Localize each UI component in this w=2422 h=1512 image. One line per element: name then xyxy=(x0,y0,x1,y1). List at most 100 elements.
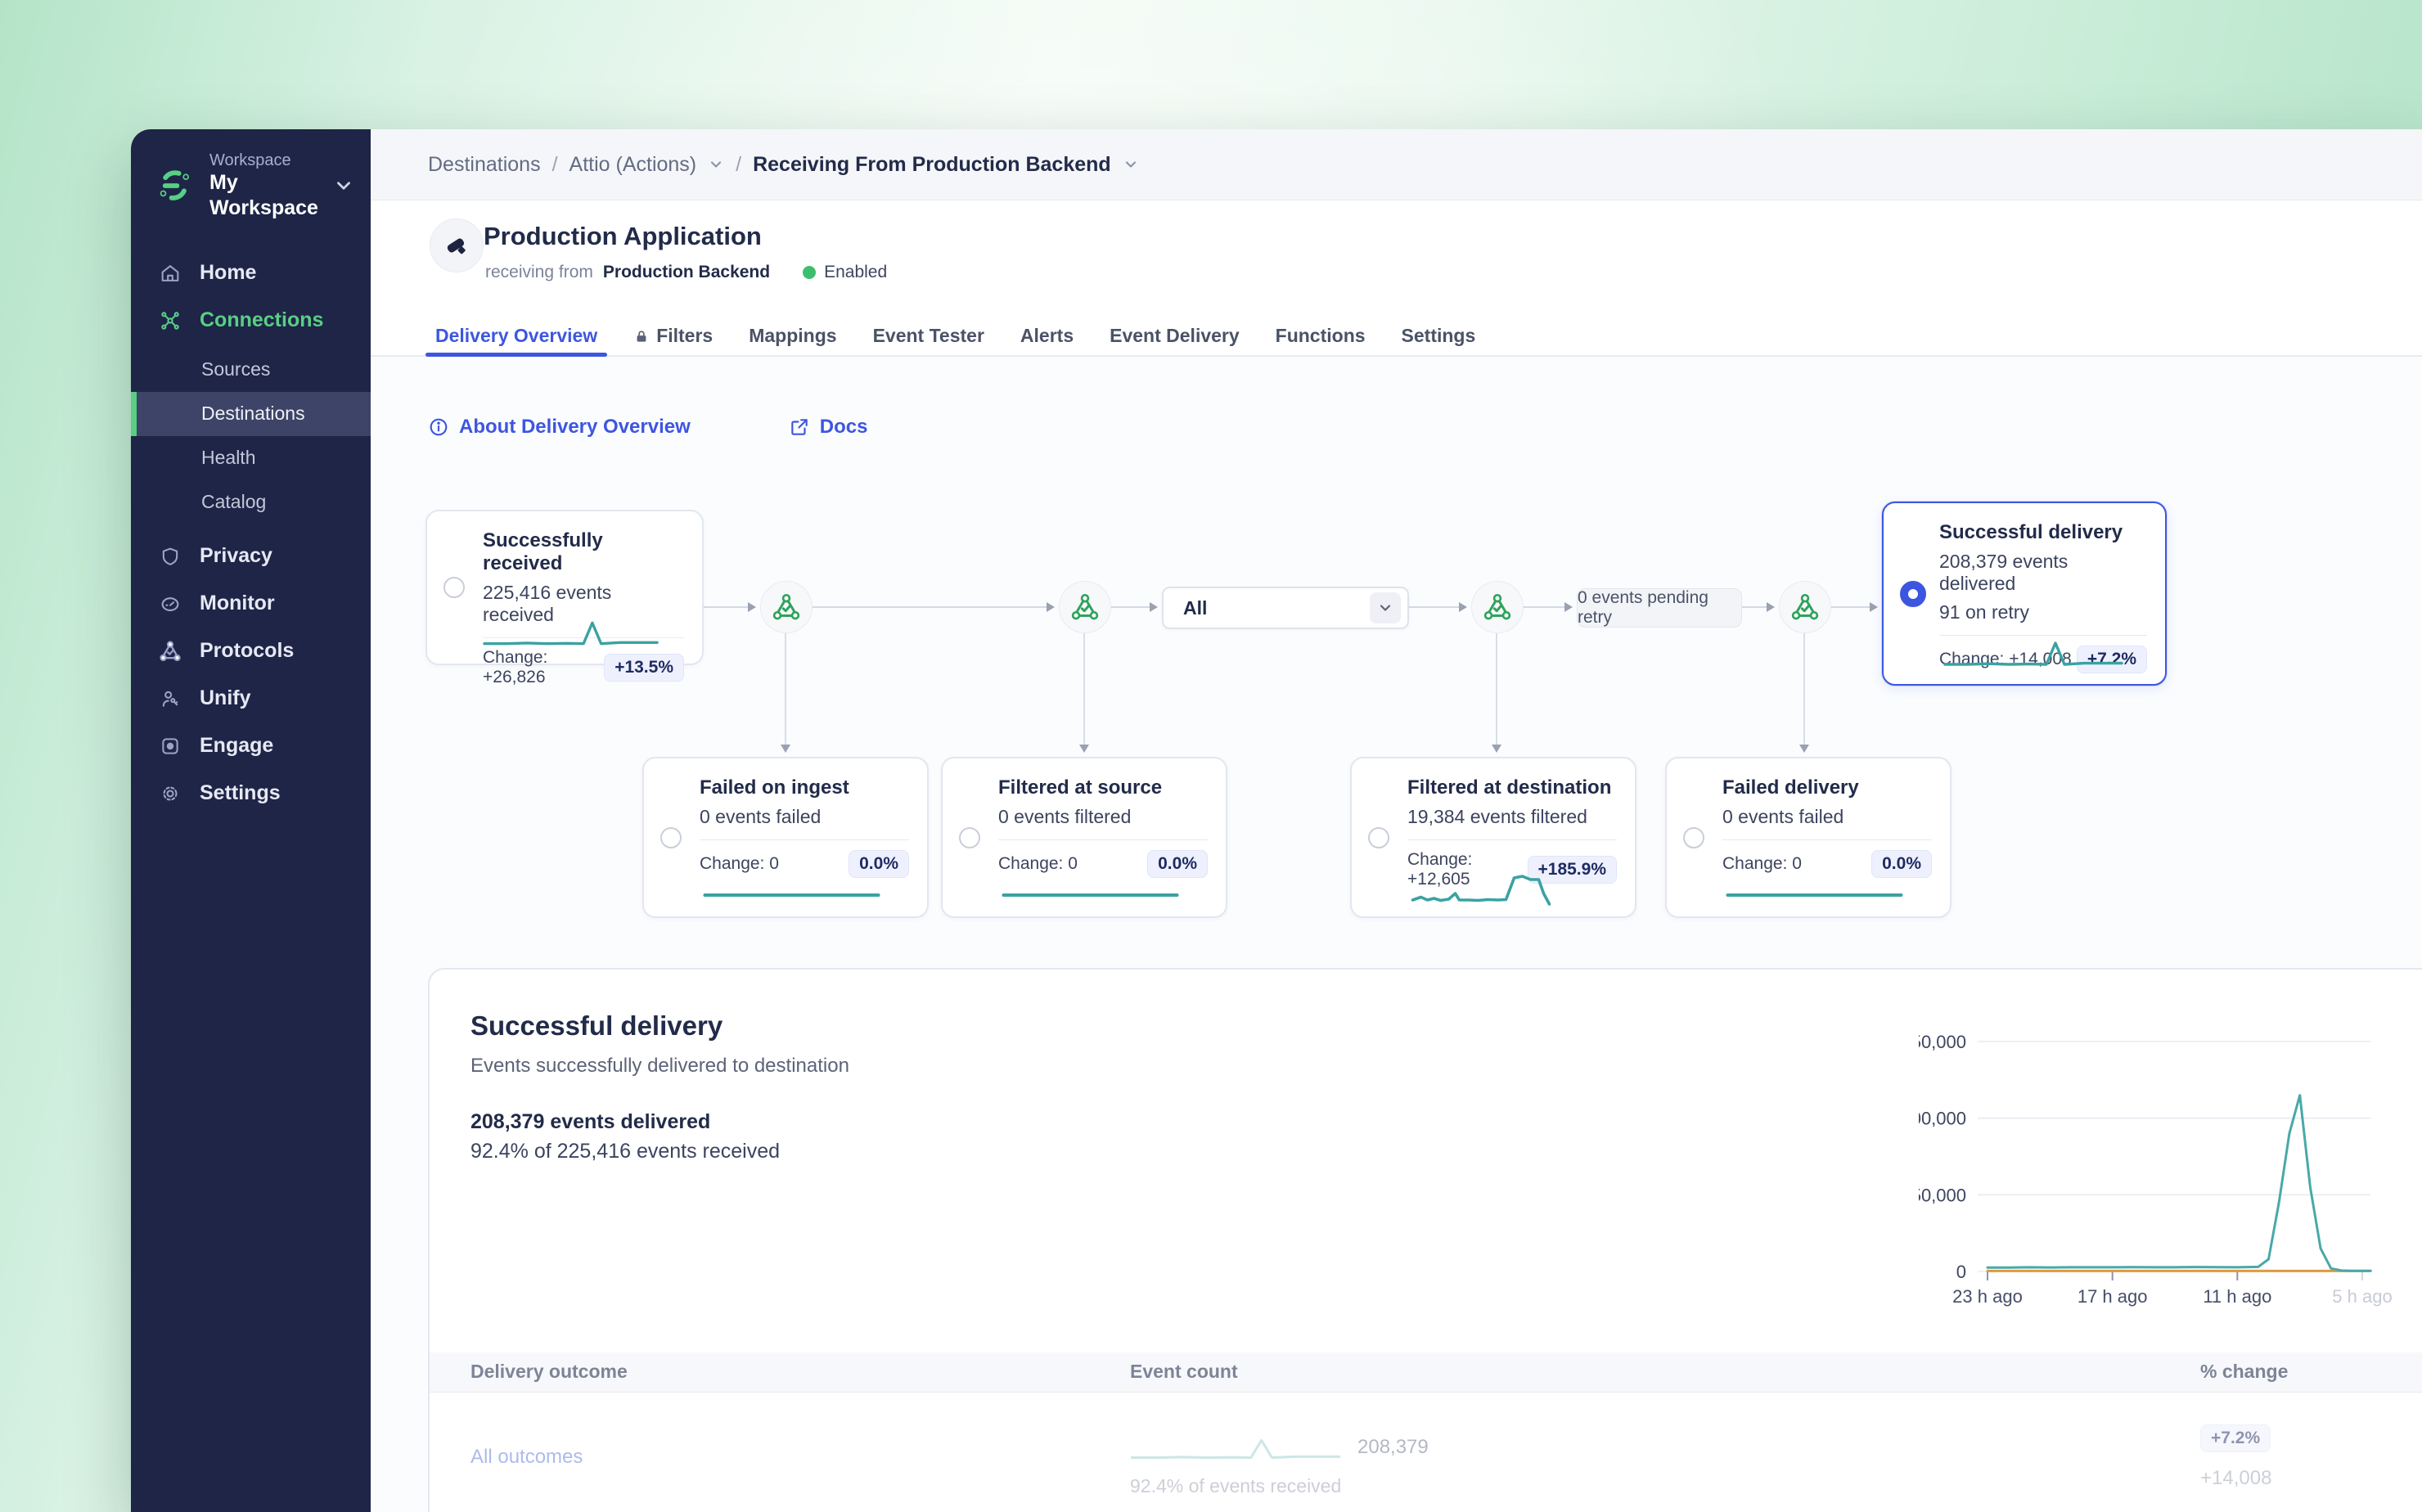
chevron-down-icon[interactable] xyxy=(1123,156,1139,173)
all-outcomes-link[interactable]: All outcomes xyxy=(470,1446,583,1469)
radio-filtered-at-destination[interactable] xyxy=(1368,826,1389,848)
tab-filters[interactable]: Filters xyxy=(615,317,731,355)
radio-failed-on-ingest[interactable] xyxy=(660,826,682,848)
breadcrumb-destinations[interactable]: Destinations xyxy=(428,153,541,177)
radio-successfully-received[interactable] xyxy=(443,577,465,598)
external-link-icon xyxy=(791,419,808,435)
sidebar-item-protocols[interactable]: Protocols xyxy=(131,628,371,675)
sparkline xyxy=(1002,893,1179,897)
workspace-logo-icon xyxy=(160,170,189,201)
tab-event-delivery[interactable]: Event Delivery xyxy=(1092,317,1258,355)
radio-filtered-at-source[interactable] xyxy=(959,826,980,848)
event-count-sub: 92.4% of events received xyxy=(1130,1475,1342,1496)
info-icon xyxy=(430,418,448,436)
connector xyxy=(813,606,1053,608)
sidebar-item-label: Connections xyxy=(200,308,324,331)
main-area: Destinations / Attio (Actions) / Receivi… xyxy=(371,129,2422,1512)
sparkline xyxy=(483,621,659,646)
docs-link[interactable]: Docs xyxy=(789,416,867,439)
breadcrumb-bar: Destinations / Attio (Actions) / Receivi… xyxy=(371,129,2422,200)
protocol-icon xyxy=(160,640,181,661)
svg-text:5 h ago: 5 h ago xyxy=(2332,1286,2392,1307)
radio-failed-delivery[interactable] xyxy=(1683,826,1704,848)
sidebar-item-monitor[interactable]: Monitor xyxy=(131,580,371,628)
sidebar-item-home[interactable]: Home xyxy=(131,250,371,297)
breadcrumb: Destinations / Attio (Actions) / Receivi… xyxy=(428,153,1139,177)
tab-alerts[interactable]: Alerts xyxy=(1002,317,1092,355)
change-badge: +13.5% xyxy=(604,654,684,682)
page-header: Production Application receiving from Pr… xyxy=(371,200,2422,357)
tab-event-tester[interactable]: Event Tester xyxy=(855,317,1002,355)
chevron-down-icon[interactable] xyxy=(1370,592,1401,623)
sidebar: Workspace My Workspace Home Connections … xyxy=(131,129,371,1512)
card-filtered-at-source[interactable]: Filtered at source 0 events filtered Cha… xyxy=(941,757,1227,918)
svg-text:0: 0 xyxy=(1956,1262,1966,1282)
workspace-name: My Workspace xyxy=(209,171,318,220)
svg-text:23 h ago: 23 h ago xyxy=(1952,1286,2023,1307)
workspace-label: Workspace xyxy=(209,151,291,169)
card-successful-delivery[interactable]: Successful delivery 208,379 events deliv… xyxy=(1882,502,2167,686)
sidebar-item-destinations[interactable]: Destinations xyxy=(131,391,371,436)
connector xyxy=(1409,606,1465,608)
change-value: +14,008 xyxy=(2200,1467,2272,1489)
panel-stat-sub: 92.4% of 225,416 events received xyxy=(470,1140,781,1163)
breadcrumb-connection[interactable]: Attio (Actions) xyxy=(569,153,697,177)
connector-down xyxy=(1083,633,1085,751)
radio-successful-delivery[interactable] xyxy=(1900,580,1926,607)
sidebar-item-sources[interactable]: Sources xyxy=(131,348,371,392)
sparkline xyxy=(1411,875,1551,906)
table-row: All outcomes 208,379 92.4% of events rec… xyxy=(430,1392,2422,1512)
tab-delivery-overview[interactable]: Delivery Overview xyxy=(417,317,615,357)
connector-down xyxy=(1496,633,1497,751)
screenshot-root: { "sidebar": { "workspace_label": "Works… xyxy=(0,0,2422,1512)
table-header: Delivery outcome Event count % change xyxy=(430,1352,2422,1393)
card-successfully-received[interactable]: Successfully received 225,416 events rec… xyxy=(425,510,704,686)
connector-down xyxy=(785,633,786,751)
person-key-icon xyxy=(162,691,178,707)
svg-text:17 h ago: 17 h ago xyxy=(2078,1286,2148,1307)
panel-subtitle: Events successfully delivered to destina… xyxy=(470,1055,849,1077)
sidebar-item-connections[interactable]: Connections xyxy=(131,297,371,344)
pipeline-node-icon xyxy=(1779,581,1831,633)
card-failed-on-ingest[interactable]: Failed on ingest 0 events failed Change:… xyxy=(642,757,929,918)
sidebar-nav: Home Connections Sources Destinations He… xyxy=(131,250,371,817)
workspace-switcher[interactable]: Workspace My Workspace xyxy=(131,129,371,238)
chevron-down-icon xyxy=(337,182,350,190)
connector-down xyxy=(1803,633,1805,751)
breadcrumb-current[interactable]: Receiving From Production Backend xyxy=(753,153,1111,177)
successful-delivery-panel: Successful delivery Events successfully … xyxy=(428,968,2422,1512)
delivery-line-chart: 0 50,000 100,000 150,000 23 h ago 17 h ago 11 … xyxy=(1919,1032,2393,1307)
tab-mappings[interactable]: Mappings xyxy=(731,317,854,355)
subtitle-source: Production Backend xyxy=(602,263,771,281)
tab-functions[interactable]: Functions xyxy=(1258,317,1384,355)
engage-icon xyxy=(162,737,178,754)
gauge-icon xyxy=(161,596,179,611)
card-failed-delivery[interactable]: Failed delivery 0 events failed Change: … xyxy=(1665,757,1952,918)
subtitle-prefix: receiving from xyxy=(485,263,593,281)
about-delivery-overview-link[interactable]: About Delivery Overview xyxy=(428,416,691,439)
sidebar-item-unify[interactable]: Unify xyxy=(131,675,371,722)
svg-text:11 h ago: 11 h ago xyxy=(2203,1286,2271,1307)
svg-text:50,000: 50,000 xyxy=(1919,1185,1966,1205)
svg-text:100,000: 100,000 xyxy=(1919,1109,1966,1129)
chevron-down-icon[interactable] xyxy=(708,156,724,173)
gear-icon xyxy=(163,785,178,801)
status-badge: Enabled xyxy=(803,263,887,282)
sidebar-item-settings[interactable]: Settings xyxy=(131,770,371,817)
delivery-overview-content: About Delivery Overview Docs Successfull… xyxy=(371,357,2422,1512)
sparkline xyxy=(1130,1438,1341,1460)
home-icon xyxy=(161,264,179,281)
status-dot-icon xyxy=(803,266,817,279)
tab-bar: Delivery Overview Filters Mappings Event… xyxy=(371,317,2422,357)
sidebar-item-health[interactable]: Health xyxy=(131,436,371,480)
tab-settings[interactable]: Settings xyxy=(1384,317,1494,355)
sidebar-item-engage[interactable]: Engage xyxy=(131,722,371,770)
sidebar-item-privacy[interactable]: Privacy xyxy=(131,533,371,580)
card-filtered-at-destination[interactable]: Filtered at destination 19,384 events fi… xyxy=(1350,757,1636,918)
shield-icon xyxy=(162,547,178,565)
event-filter-select[interactable]: All xyxy=(1162,587,1409,629)
sparkline xyxy=(703,893,880,897)
connector xyxy=(1524,606,1571,608)
sidebar-item-catalog[interactable]: Catalog xyxy=(131,480,371,524)
app-window: Workspace My Workspace Home Connections … xyxy=(131,129,2422,1512)
